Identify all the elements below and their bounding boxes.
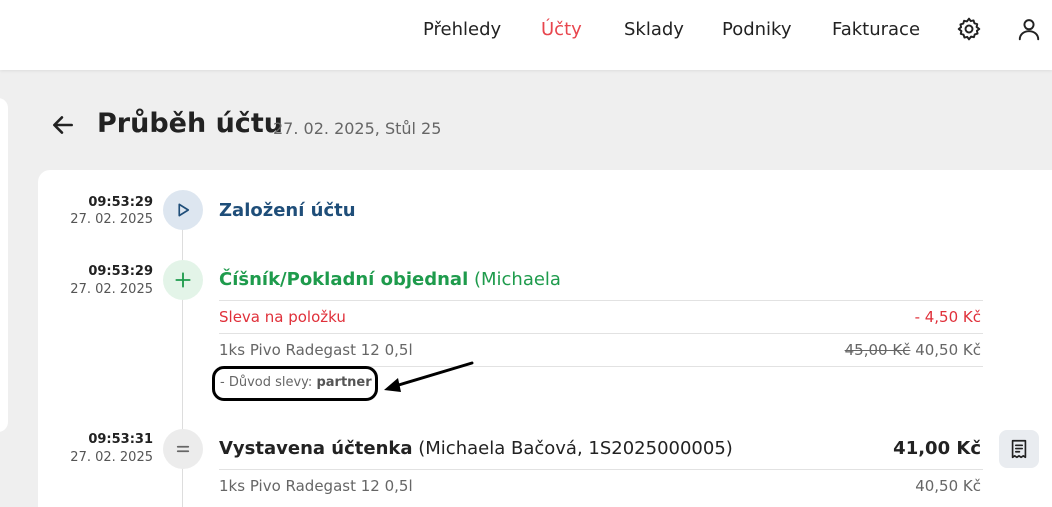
event-title-bold: Vystavena účtenka xyxy=(219,438,413,459)
nav-item-fakturace[interactable]: Fakturace xyxy=(832,19,920,40)
event-time: 09:53:29 xyxy=(88,195,153,210)
user-icon[interactable] xyxy=(1016,16,1042,42)
nav-item-podniky[interactable]: Podniky xyxy=(722,19,792,40)
discount-reason: - Důvod slevy: partner xyxy=(212,366,378,401)
event-title: Vystavena účtenka (Michaela Bačová, 1S20… xyxy=(219,438,733,459)
event-title-rest: (Michaela xyxy=(468,269,561,290)
event-title: Založení účtu xyxy=(219,200,356,221)
equals-icon xyxy=(176,445,190,453)
old-price: 45,00 Kč xyxy=(844,341,911,359)
reason-value: partner xyxy=(316,375,372,390)
row-label: Sleva na položku xyxy=(219,308,346,326)
event-title-bold: Číšník/Pokladní objednal xyxy=(219,269,469,290)
plus-icon xyxy=(175,272,191,288)
event-time: 09:53:29 xyxy=(88,264,153,279)
item-row: 1ks Pivo Radegast 12 0,5l 40,50 Kč xyxy=(219,469,983,502)
event-time: 09:53:31 xyxy=(88,432,153,447)
page-subtitle: 27. 02. 2025, Stůl 25 xyxy=(273,119,442,138)
event-title-rest: (Michaela Bačová, 1S2025000005) xyxy=(412,438,733,459)
nav-item-ucty[interactable]: Účty xyxy=(541,19,582,40)
back-arrow-icon[interactable] xyxy=(50,112,76,138)
event-dot xyxy=(163,190,203,230)
discount-row: Sleva na položku - 4,50 Kč xyxy=(219,300,983,333)
row-amount: 40,50 Kč xyxy=(915,477,981,495)
event-date: 27. 02. 2025 xyxy=(70,450,153,465)
item-row: 1ks Pivo Radegast 12 0,5l 45,00 Kč 40,50… xyxy=(219,333,983,366)
top-navigation: Přehledy Účty Sklady Podniky Fakturace xyxy=(0,0,1052,70)
side-panel xyxy=(0,98,8,432)
nav-item-prehledy[interactable]: Přehledy xyxy=(423,19,501,40)
event-title: Číšník/Pokladní objednal (Michaela xyxy=(219,269,561,290)
row-label: 1ks Pivo Radegast 12 0,5l xyxy=(219,477,413,495)
gear-icon[interactable] xyxy=(956,16,982,42)
nav-item-sklady[interactable]: Sklady xyxy=(624,19,684,40)
play-icon xyxy=(178,203,190,217)
event-dot xyxy=(163,260,203,300)
row-amount: - 4,50 Kč xyxy=(914,308,981,326)
receipt-button[interactable] xyxy=(999,430,1039,468)
new-price: 40,50 Kč xyxy=(915,341,981,359)
row-prices: 45,00 Kč 40,50 Kč xyxy=(845,341,981,359)
row-label: 1ks Pivo Radegast 12 0,5l xyxy=(219,341,413,359)
event-date: 27. 02. 2025 xyxy=(70,212,153,227)
receipt-icon xyxy=(1011,439,1027,459)
annotation-arrow xyxy=(384,361,474,392)
reason-label: - Důvod slevy: xyxy=(220,375,317,390)
page-title: Průběh účtu xyxy=(97,108,283,139)
event-dot xyxy=(163,429,203,469)
event-date: 27. 02. 2025 xyxy=(70,282,153,297)
receipt-total: 41,00 Kč xyxy=(893,438,981,459)
